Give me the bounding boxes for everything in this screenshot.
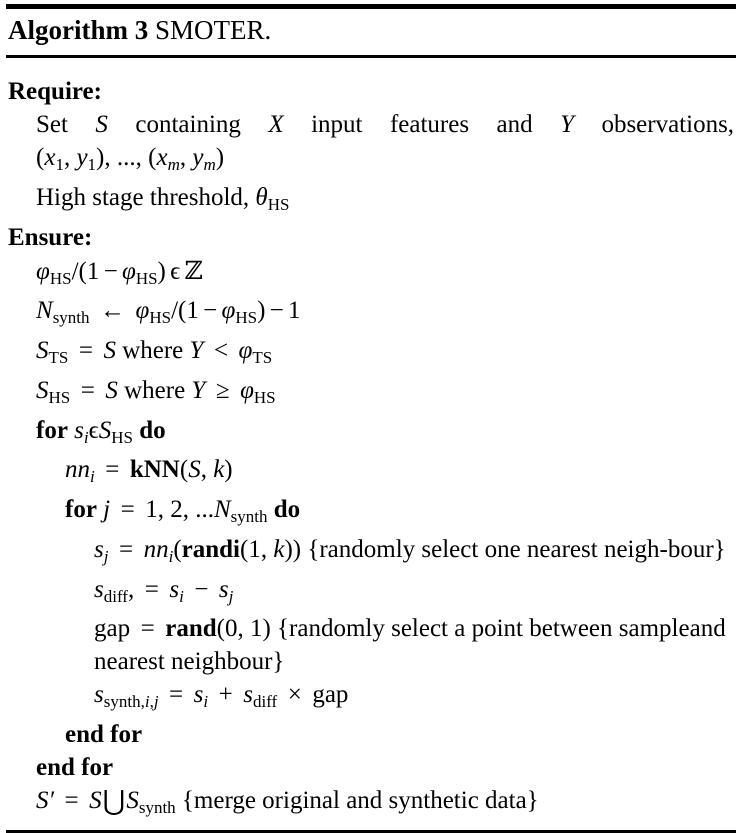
comment-select-neighbour-part2: bour} [667, 535, 726, 563]
ensure-line-1: φHS/(1− φHS) ϵ ℤ [36, 255, 203, 288]
ensure-label-line: Ensure: [8, 221, 736, 254]
require-label: Require: [8, 78, 102, 105]
require-set-word: Set [36, 111, 68, 138]
knn-line: nni = kNN(S, k) [65, 456, 233, 486]
ssynth-line: ssynth,i,j = si + sdiff × gap [94, 681, 349, 711]
require-input-word: input [311, 111, 363, 138]
ensure-label: Ensure: [8, 223, 93, 251]
for-outer-line: for siϵSHS do [36, 416, 166, 447]
comment-merge: {merge original and synthetic data} [181, 787, 539, 814]
ensure-line-3: STS = S where Y < φTS [36, 337, 273, 367]
symbol-X: X [268, 111, 284, 138]
merge-line: S′ = S⋃Ssynth {merge original and synthe… [36, 785, 539, 817]
require-line-3: High stage threshold, θHS [36, 183, 290, 214]
end-for-outer: end for [36, 754, 114, 781]
do-keyword: do [139, 416, 166, 444]
select-neighbour-line: sj = nni(randi(1, k)) {randomly select o… [94, 535, 726, 566]
end-for-outer-line: end for [36, 751, 736, 784]
ensure-line-4: SHS = S where Y ≥ φHS [36, 376, 276, 407]
rand-function: rand [165, 615, 217, 643]
randi-function: randi [181, 535, 240, 563]
knn-function: kNN [129, 456, 180, 484]
for-keyword: for [36, 416, 68, 444]
comment-select-neighbour-part1: {randomly select one nearest neigh- [307, 535, 668, 563]
end-for-inner: end for [65, 721, 143, 748]
require-and-word: and [496, 111, 533, 138]
bottom-rule [6, 829, 736, 833]
sdiff-line: sdiff, = si − sj [94, 575, 234, 606]
algorithm-number: 3 [134, 15, 149, 45]
algorithm-name: SMOTER. [154, 15, 272, 45]
algorithm-keyword: Algorithm [8, 15, 128, 45]
require-line-2: (x1, y1), ..., (xm, ym) [36, 144, 225, 174]
comment-gap-part1: {randomly select a point between sample [277, 615, 690, 643]
gap-line: gap = rand(0, 1) {randomly select a poin… [94, 615, 726, 676]
do-keyword-inner: do [273, 496, 301, 523]
for-inner-line: for j = 1, 2, ...Nsynth do [65, 496, 301, 526]
for-keyword-inner: for [65, 496, 97, 523]
require-containing-word: containing [135, 111, 241, 138]
end-for-inner-line: end for [65, 718, 736, 751]
algorithm-body: Require: Set S containing X input featur… [6, 58, 736, 824]
symbol-Y: Y [560, 111, 574, 138]
require-features-word: features [389, 111, 470, 138]
algorithm-block: Algorithm 3 SMOTER. Require: Set S conta… [0, 4, 742, 833]
require-label-line: Require: [8, 75, 736, 108]
algorithm-title: Algorithm 3 SMOTER. [6, 9, 736, 52]
ensure-line-2: Nsynth ← φHS/(1− φHS) −1 [36, 297, 301, 327]
require-observations-word: observations, [601, 111, 735, 138]
symbol-S: S [95, 111, 108, 138]
require-line-1: Set S containing X input features and Y … [36, 108, 734, 141]
